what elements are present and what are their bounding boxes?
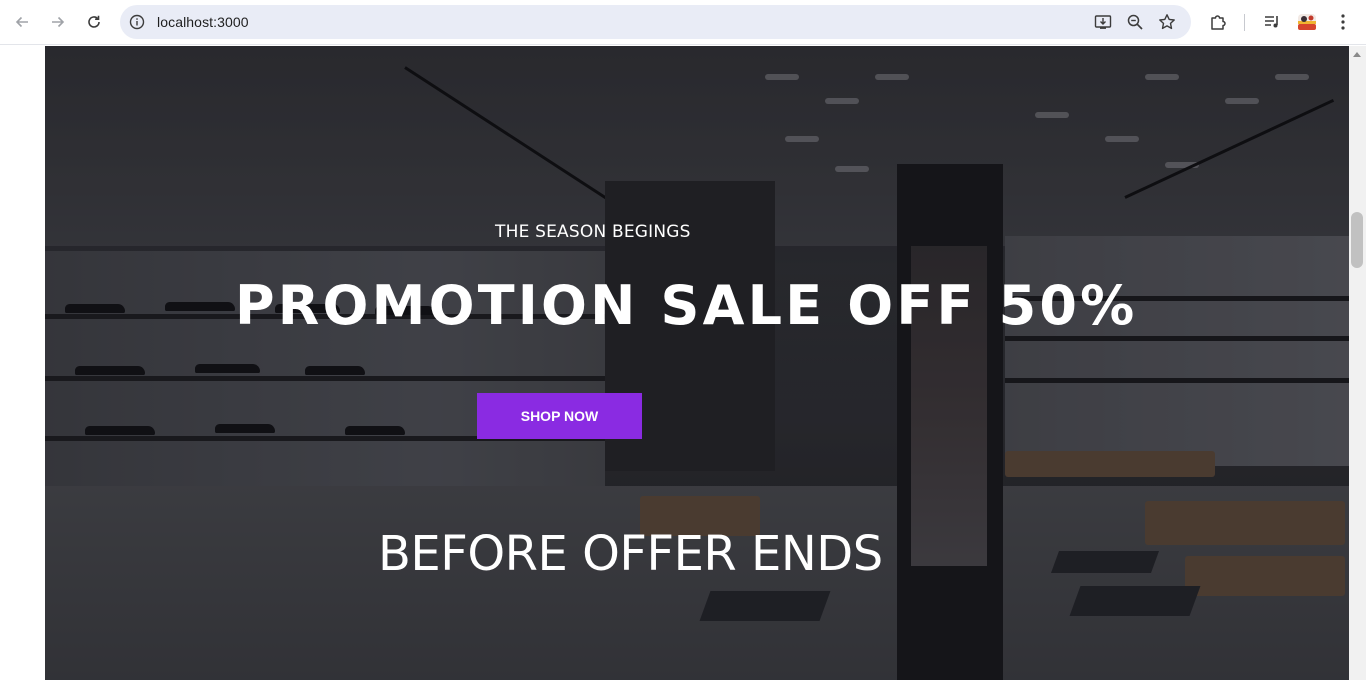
browser-menu-button[interactable] xyxy=(1333,12,1353,32)
offer-countdown-heading: BEFORE OFFER ENDS xyxy=(378,526,883,582)
install-app-icon[interactable] xyxy=(1094,13,1112,31)
arrow-right-icon xyxy=(52,16,65,28)
profile-button[interactable] xyxy=(1297,12,1317,32)
extensions-button[interactable] xyxy=(1208,12,1228,32)
star-icon[interactable] xyxy=(1158,13,1176,31)
reload-icon xyxy=(88,15,100,28)
arrow-left-icon xyxy=(15,16,28,28)
back-button[interactable] xyxy=(10,10,34,34)
reload-button[interactable] xyxy=(82,10,106,34)
kebab-menu-icon xyxy=(1341,14,1345,30)
puzzle-icon xyxy=(1211,15,1226,30)
media-controls-button[interactable] xyxy=(1262,12,1282,32)
vertical-scrollbar[interactable] xyxy=(1349,46,1366,680)
address-bar[interactable]: localhost:3000 xyxy=(120,5,1191,39)
hero-title: PROMOTION SALE OFF 50% xyxy=(235,274,1138,337)
hero-background-image xyxy=(45,46,1349,680)
profile-avatar-icon xyxy=(1298,14,1316,30)
url-text[interactable]: localhost:3000 xyxy=(157,14,249,30)
page-viewport: THE SEASON BEGINGS PROMOTION SALE OFF 50… xyxy=(0,46,1366,680)
scroll-up-arrow-icon[interactable] xyxy=(1353,52,1361,57)
browser-toolbar: localhost:3000 xyxy=(0,0,1366,45)
info-icon[interactable] xyxy=(129,14,145,30)
media-controls-icon xyxy=(1265,16,1278,28)
shop-now-button[interactable]: SHOP NOW xyxy=(477,393,642,439)
hero-subtitle: THE SEASON BEGINGS xyxy=(495,222,691,242)
forward-button[interactable] xyxy=(46,10,70,34)
scrollbar-thumb[interactable] xyxy=(1351,212,1363,268)
zoom-icon[interactable] xyxy=(1126,13,1144,31)
hero-banner: THE SEASON BEGINGS PROMOTION SALE OFF 50… xyxy=(45,46,1349,680)
toolbar-divider xyxy=(1244,14,1245,31)
